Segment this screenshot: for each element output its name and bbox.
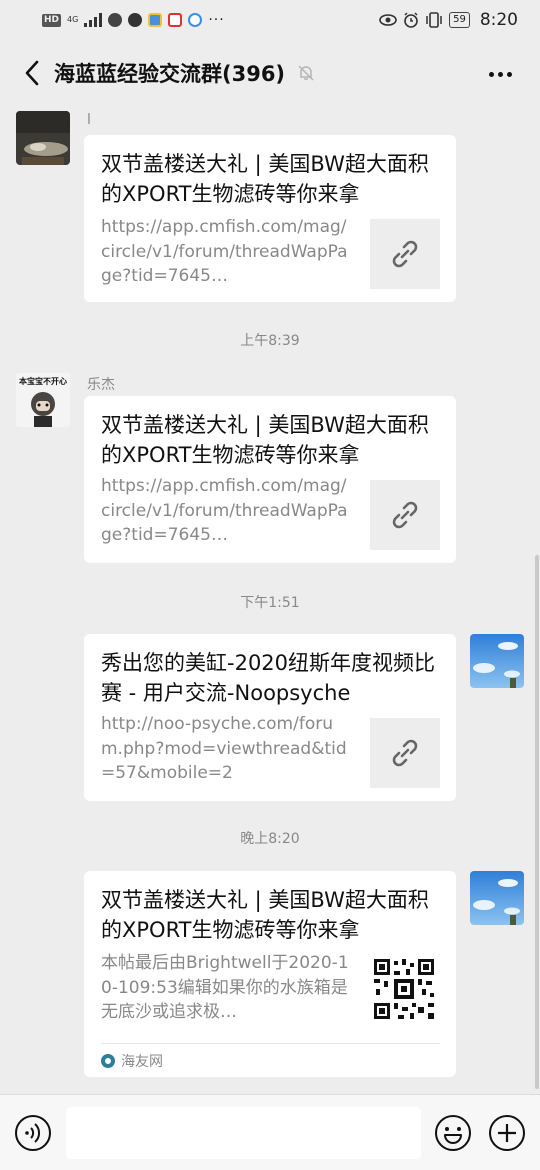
avatar[interactable]: 本宝宝不开心 [16,373,70,427]
card-title: 双节盖楼送大礼 | 美国BW超大面积的XPORT生物滤砖等你来拿 [101,152,429,206]
timestamp: 上午8:39 [240,333,300,349]
emoji-icon [435,1115,471,1151]
timestamp: 下午1:51 [240,595,300,611]
mute-bell-icon [297,64,315,82]
card-source: 海友网 [101,1043,440,1077]
source-name: 海友网 [121,1053,163,1070]
self-avatar[interactable] [470,634,524,688]
card-title: 双节盖楼送大礼 | 美国BW超大面积的XPORT生物滤砖等你来拿 [101,888,429,942]
card-description: https://app.cmfish.com/mag/circle/v1/for… [101,476,348,545]
self-avatar[interactable] [470,871,524,925]
chat-title: 海蓝蓝经验交流群(396) [54,62,286,86]
article-card[interactable]: 双节盖楼送大礼 | 美国BW超大面积的XPORT生物滤砖等你来拿 本帖最后由Br… [84,871,456,1077]
cloud-app-icon [188,13,203,27]
red-app-icon [168,13,183,27]
voice-button[interactable] [14,1114,52,1152]
link-card[interactable]: 双节盖楼送大礼 | 美国BW超大面积的XPORT生物滤砖等你来拿 https:/… [84,396,456,563]
plus-icon [489,1115,525,1151]
link-card[interactable]: 秀出您的美缸-2020纽斯年度视频比赛 - 用户交流-Noopsyche htt… [84,634,456,801]
timestamp: 晚上8:20 [240,831,300,847]
sender-name: l [87,112,91,128]
source-logo-icon [101,1053,115,1068]
alarm-icon [404,12,418,28]
status-bar: HD 4G ··· 59 8:20 [0,0,540,40]
status-left: HD 4G ··· [42,12,225,28]
emoji-button[interactable] [434,1114,472,1152]
link-card[interactable]: 双节盖楼送大礼 | 美国BW超大面积的XPORT生物滤砖等你来拿 https:/… [84,135,456,302]
vibrate-icon [426,12,442,28]
avatar-caption: 本宝宝不开心 [19,377,67,386]
status-time: 8:20 [479,10,518,30]
link-thumbnail [370,219,440,289]
scrollbar[interactable] [535,555,539,1089]
link-icon [392,501,418,529]
more-dot [506,71,512,77]
back-button[interactable] [12,48,52,98]
card-title: 双节盖楼送大礼 | 美国BW超大面积的XPORT生物滤砖等你来拿 [101,413,429,467]
signal-icon [84,13,103,27]
sender-name: 乐杰 [87,377,115,393]
avatar[interactable] [16,111,70,165]
hd-badge: HD [42,13,62,27]
plus-button[interactable] [488,1114,526,1152]
qr-code-thumbnail [372,957,436,1021]
card-title: 秀出您的美缸-2020纽斯年度视频比赛 - 用户交流-Noopsyche [101,651,436,705]
link-thumbnail [370,718,440,788]
more-dot [488,71,494,77]
card-description: 本帖最后由Brightwell于2020-10-109:53编辑如果你的水族箱是… [101,953,349,1022]
message-app-icon [108,13,123,27]
network-4g-label: 4G [67,15,79,24]
compass-app-icon [128,13,143,27]
link-icon [392,739,418,767]
more-dot [497,71,503,77]
eye-icon [379,14,397,26]
more-button[interactable] [480,54,520,94]
voice-icon [15,1115,51,1151]
status-right: 59 8:20 [379,10,518,30]
more-notifications-icon: ··· [208,12,225,28]
input-bar [0,1094,540,1170]
message-list[interactable]: l 双节盖楼送大礼 | 美国BW超大面积的XPORT生物滤砖等你来拿 https… [0,106,540,1094]
link-icon [392,240,418,268]
back-icon [25,60,39,86]
battery-indicator: 59 [449,12,470,28]
gallery-app-icon [148,13,163,27]
card-description: http://noo-psyche.com/forum.php?mod=view… [101,714,347,783]
chat-header: 海蓝蓝经验交流群(396) [0,40,540,106]
card-description: https://app.cmfish.com/mag/circle/v1/for… [101,217,348,286]
link-thumbnail [370,480,440,550]
message-input[interactable] [66,1107,421,1159]
